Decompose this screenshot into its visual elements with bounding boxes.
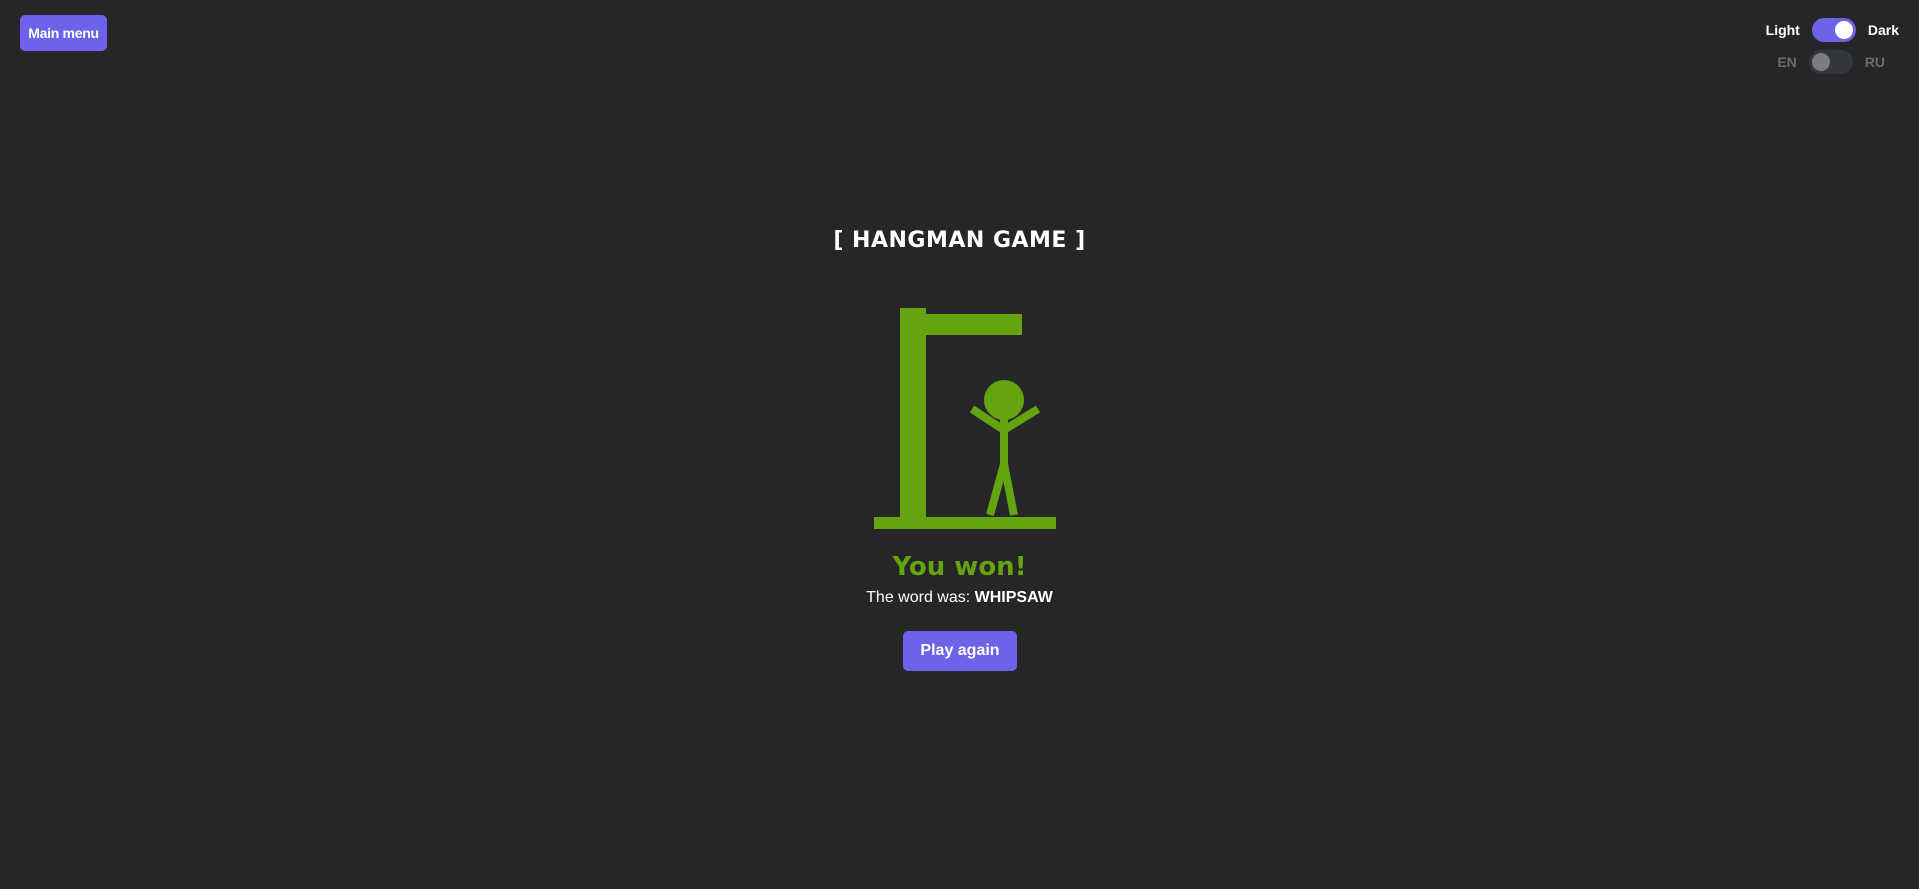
game-title: [ HANGMAN GAME ] bbox=[833, 228, 1086, 253]
theme-light-label: Light bbox=[1765, 22, 1800, 38]
word-reveal: The word was: WHIPSAW bbox=[0, 589, 1919, 607]
language-switch-knob bbox=[1811, 53, 1830, 71]
language-switch[interactable] bbox=[1808, 50, 1853, 74]
theme-toggle: Light Dark bbox=[1766, 18, 1899, 42]
theme-switch-knob bbox=[1834, 21, 1853, 39]
revealed-word: WHIPSAW bbox=[974, 589, 1053, 606]
gallows-beam bbox=[900, 314, 1022, 335]
word-prefix: The word was: bbox=[866, 589, 971, 606]
language-ru-label: RU bbox=[1864, 54, 1885, 70]
gallows-post bbox=[900, 308, 926, 520]
result-message: You won! bbox=[892, 552, 1027, 582]
hangman-drawing bbox=[874, 308, 1056, 529]
theme-switch[interactable] bbox=[1811, 18, 1856, 42]
language-toggle: EN RU bbox=[1777, 50, 1885, 74]
stickman-head bbox=[984, 380, 1024, 420]
language-en-label: EN bbox=[1777, 54, 1797, 70]
stickman-right-leg bbox=[1000, 463, 1018, 516]
theme-dark-label: Dark bbox=[1867, 22, 1899, 38]
play-again-button[interactable]: Play again bbox=[903, 631, 1017, 671]
main-menu-button[interactable]: Main menu bbox=[20, 15, 107, 51]
